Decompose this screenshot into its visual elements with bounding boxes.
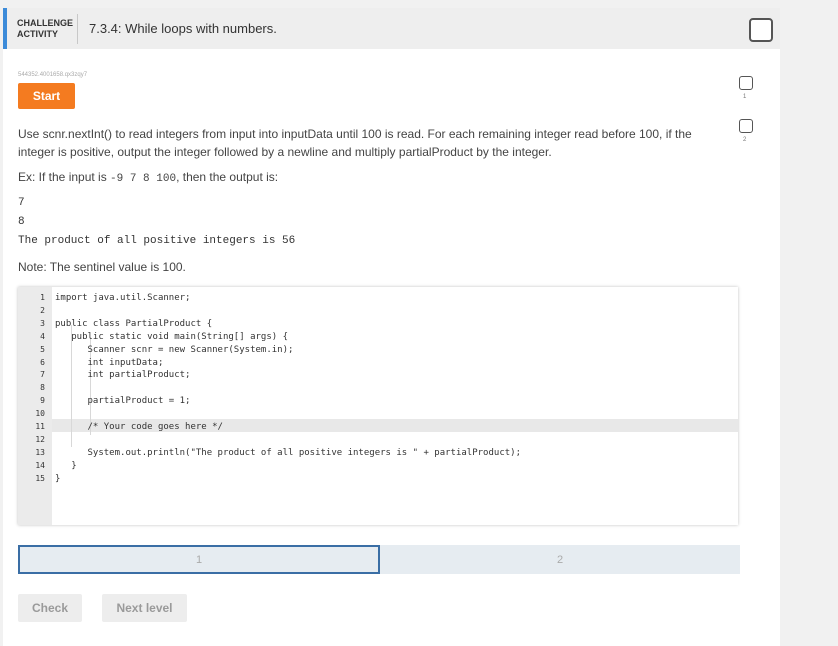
level-2-completion-icon: [739, 119, 753, 133]
example-suffix: , then the output is:: [176, 170, 279, 184]
line-number: 15: [35, 473, 45, 483]
instructions: Use scnr.nextInt() to read integers from…: [18, 125, 733, 161]
line-number: 9: [40, 396, 45, 406]
code-line[interactable]: }: [55, 461, 76, 471]
line-number: 5: [40, 344, 45, 354]
next-level-button[interactable]: Next level: [102, 594, 187, 622]
example-prefix: Ex: If the input is: [18, 170, 111, 184]
activity-type-line2: ACTIVITY: [17, 29, 59, 39]
activity-type-label: CHALLENGE ACTIVITY: [17, 18, 77, 40]
line-number: 7: [40, 370, 45, 380]
code-line[interactable]: System.out.println("The product of all p…: [55, 448, 522, 458]
side-level-1-number: 1: [743, 94, 747, 100]
line-number: 3: [40, 318, 45, 328]
code-line[interactable]: }: [55, 474, 60, 484]
level-1-tab[interactable]: 1: [18, 545, 380, 574]
line-number: 4: [40, 331, 45, 341]
code-line[interactable]: public static void main(String[] args) {: [55, 332, 288, 342]
activity-header: CHALLENGE ACTIVITY 7.3.4: While loops wi…: [3, 8, 780, 49]
example-text: Ex: If the input is -9 7 8 100, then the…: [18, 170, 278, 185]
code-line[interactable]: int partialProduct;: [55, 370, 191, 380]
sentinel-note: Note: The sentinel value is 100.: [18, 260, 186, 274]
instructions-line-1: Use scnr.nextInt() to read integers from…: [18, 127, 692, 141]
line-number: 12: [35, 434, 45, 444]
activity-id: 544352.4001658.qx3zqy7: [18, 72, 88, 78]
line-number: 10: [35, 409, 45, 419]
line-number: 11: [35, 422, 45, 431]
activity-title: 7.3.4: While loops with numbers.: [89, 21, 277, 36]
line-number: 14: [35, 460, 45, 470]
line-number: 13: [35, 447, 45, 457]
check-button[interactable]: Check: [18, 594, 82, 622]
instructions-line-2: integer is positive, output the integer …: [18, 145, 552, 159]
line-number: 2: [40, 305, 45, 315]
code-line[interactable]: import java.util.Scanner;: [55, 293, 190, 303]
challenge-card: CHALLENGE ACTIVITY 7.3.4: While loops wi…: [3, 8, 780, 646]
code-line[interactable]: /* Your code goes here */: [55, 422, 223, 432]
line-number: 6: [40, 357, 45, 367]
example-output-line-2: 8: [18, 216, 25, 228]
code-editor[interactable]: 1 2 3 4 5 6 7 8 9 10 11 12 13 14 15 import java.util.S…: [18, 287, 738, 525]
header-divider: [77, 14, 78, 44]
code-line[interactable]: public class PartialProduct {: [55, 319, 212, 329]
code-line[interactable]: partialProduct = 1;: [55, 396, 191, 406]
side-level-2-number: 2: [743, 137, 747, 143]
level-2-tab[interactable]: 2: [380, 545, 740, 574]
line-number: 1: [40, 293, 45, 302]
level-1-completion-icon: [739, 76, 753, 90]
completion-checkbox-icon: [749, 18, 773, 42]
line-number: 8: [40, 383, 45, 393]
code-line[interactable]: int inputData;: [55, 358, 164, 368]
example-output-line-1: 7: [18, 197, 25, 209]
code-line[interactable]: Scanner scnr = new Scanner(System.in);: [55, 345, 294, 355]
example-output-line-3: The product of all positive integers is …: [18, 235, 296, 247]
start-button[interactable]: Start: [18, 83, 75, 109]
activity-type-line1: CHALLENGE: [17, 18, 73, 28]
example-input: -9 7 8 100: [110, 173, 177, 185]
